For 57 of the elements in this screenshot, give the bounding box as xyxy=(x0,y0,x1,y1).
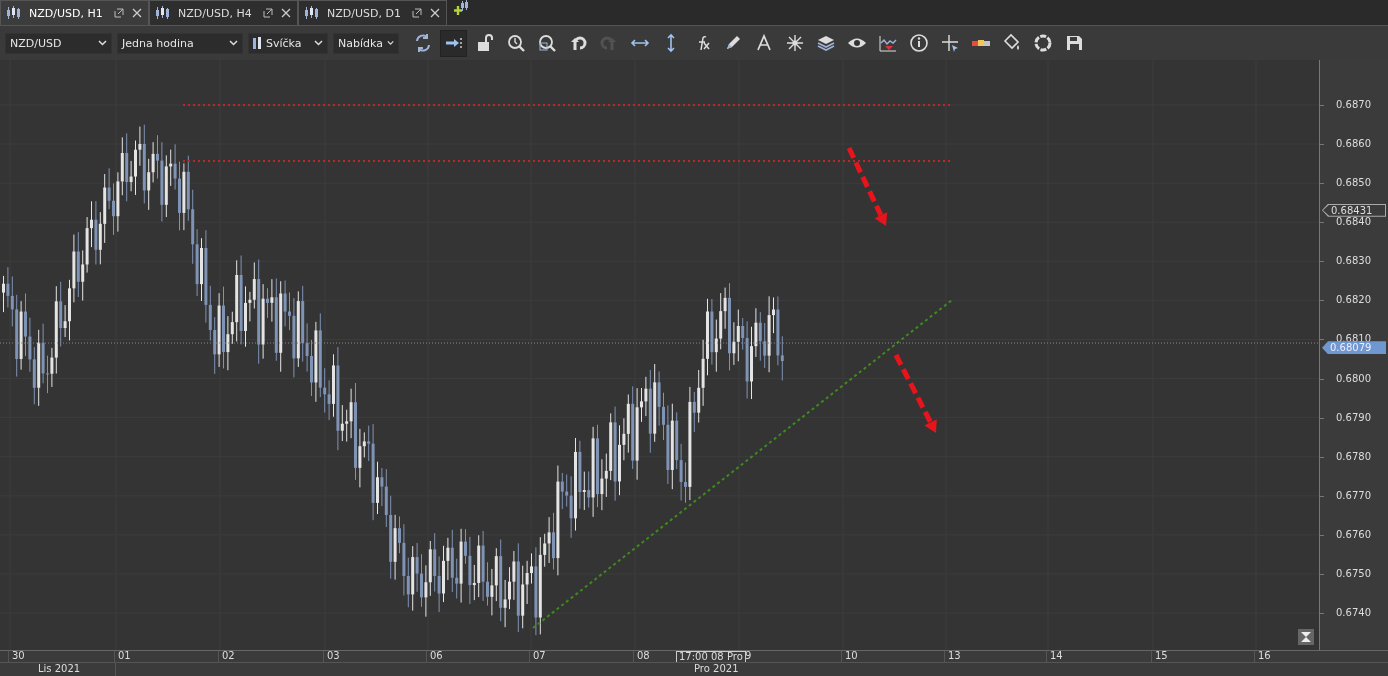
candlestick-icon xyxy=(305,6,319,20)
time-label: 15 xyxy=(1155,650,1168,662)
price-label: 0.6860 xyxy=(1336,138,1371,151)
chart-tab[interactable]: NZD/USD, H4 xyxy=(149,0,298,25)
price-label: 0.6780 xyxy=(1336,450,1371,463)
caret-icon xyxy=(386,40,394,46)
close-icon[interactable] xyxy=(281,8,291,18)
candle-icon xyxy=(253,36,262,50)
time-label: 08 xyxy=(637,650,650,662)
popout-icon[interactable] xyxy=(263,8,273,18)
time-label: 9 xyxy=(745,650,752,662)
price-label: 0.6760 xyxy=(1336,528,1371,541)
add-chart-icon[interactable] xyxy=(453,0,469,16)
price-marker: 0.68079 xyxy=(1322,341,1386,355)
caret-icon xyxy=(229,40,238,46)
candlestick-icon xyxy=(156,6,170,20)
time-label: 07 xyxy=(533,650,546,662)
time-label: 10 xyxy=(845,650,858,662)
close-icon[interactable] xyxy=(430,8,440,18)
caret-icon xyxy=(98,40,107,46)
candlestick-icon xyxy=(7,6,21,20)
down-arrow[interactable] xyxy=(893,353,937,433)
symbol-dropdown[interactable]: NZD/USD xyxy=(5,32,112,54)
time-label: 30 xyxy=(12,650,25,662)
close-icon[interactable] xyxy=(132,8,142,18)
chart-tab[interactable]: NZD/USD, H1 xyxy=(0,0,149,25)
down-arrow[interactable] xyxy=(846,146,888,226)
time-label: 14 xyxy=(1050,650,1063,662)
popout-icon[interactable] xyxy=(114,8,124,18)
time-label: 03 xyxy=(327,650,340,662)
price-side-dropdown[interactable]: Nabídka xyxy=(333,32,399,54)
popout-icon[interactable] xyxy=(412,8,422,18)
price-label: 0.6870 xyxy=(1336,99,1371,111)
hourglass-icon[interactable] xyxy=(1298,629,1314,645)
price-label: 0.6790 xyxy=(1336,411,1371,424)
price-marker: 0.68431 xyxy=(1322,203,1386,217)
price-label: 0.6820 xyxy=(1336,294,1371,307)
price-label: 0.6800 xyxy=(1336,372,1371,385)
time-label: 16 xyxy=(1258,650,1271,662)
time-label: 13 xyxy=(948,650,961,662)
price-label: 0.6740 xyxy=(1336,607,1371,620)
price-label: 0.6850 xyxy=(1336,177,1371,190)
month-label: Pro 2021 xyxy=(694,663,739,675)
caret-icon xyxy=(314,40,323,46)
time-label: 02 xyxy=(222,650,235,662)
price-label: 0.6750 xyxy=(1336,567,1371,580)
price-label: 0.6840 xyxy=(1336,216,1371,229)
period-dropdown[interactable]: Jedna hodina xyxy=(117,32,243,54)
chart-type-dropdown[interactable]: Svíčka xyxy=(248,32,328,54)
time-label: 01 xyxy=(118,650,131,662)
time-label: 06 xyxy=(430,650,443,662)
chart-tab[interactable]: NZD/USD, D1 xyxy=(298,0,447,25)
price-label: 0.6830 xyxy=(1336,255,1371,268)
price-label: 0.6770 xyxy=(1336,489,1371,502)
crosshair-time-label: 17:00 08 Pro xyxy=(676,651,746,663)
trend-line[interactable] xyxy=(532,299,953,629)
month-label: Lis 2021 xyxy=(38,663,81,675)
